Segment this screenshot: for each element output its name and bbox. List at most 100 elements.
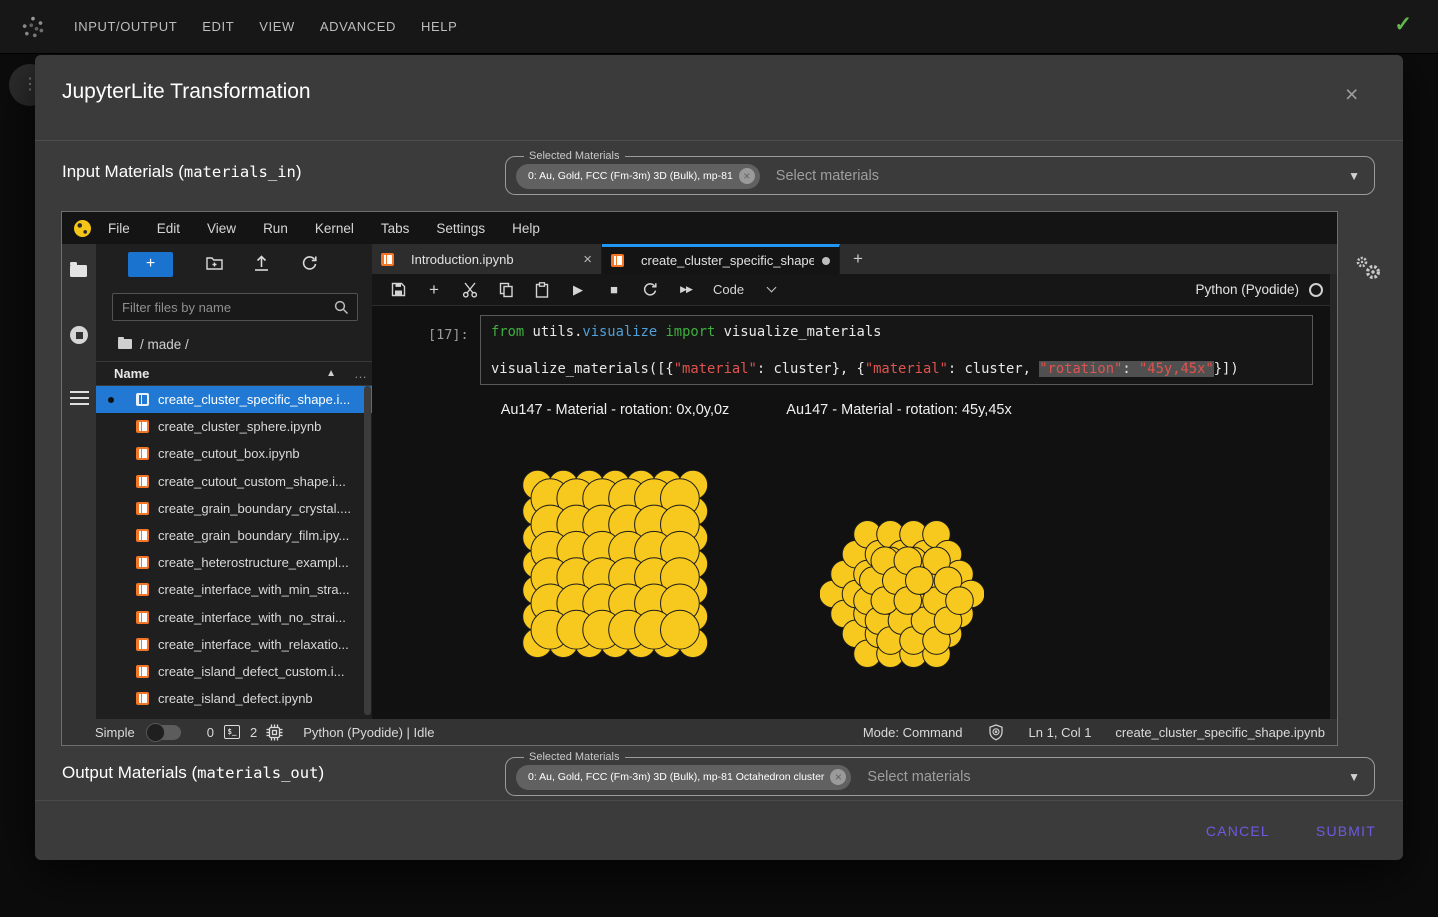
cpu-kernel-icon[interactable] [265, 723, 283, 741]
simple-mode-toggle[interactable] [147, 725, 181, 740]
jupyter-menu-tabs[interactable]: Tabs [381, 221, 410, 236]
restart-kernel-button[interactable] [641, 281, 659, 299]
tab-close-icon[interactable]: × [583, 251, 592, 268]
refresh-icon[interactable] [301, 255, 318, 277]
jupyter-menu-kernel[interactable]: Kernel [315, 221, 354, 236]
appbar-menu-view[interactable]: VIEW [259, 19, 295, 34]
file-browser-icon[interactable] [70, 260, 89, 279]
breadcrumb[interactable]: / made / [118, 334, 189, 354]
file-row[interactable]: create_island_defect.ipynb [96, 685, 372, 712]
cut-cells-button[interactable] [461, 281, 479, 299]
jupyter-menu-edit[interactable]: Edit [157, 221, 180, 236]
breadcrumb-path: / made / [140, 337, 189, 352]
code-token: "rotation" [1039, 361, 1122, 377]
file-row[interactable]: create_interface_with_min_stra... [96, 576, 372, 603]
chevron-down-icon[interactable]: ▼ [1348, 169, 1360, 183]
notebook-content: [17]: from utils.visualize import visual… [372, 307, 1330, 719]
code-cell-editor[interactable]: from utils.visualize import visualize_ma… [480, 315, 1313, 385]
save-button[interactable] [389, 281, 407, 299]
run-cell-button[interactable]: ▶ [569, 281, 587, 299]
appbar-menu-help[interactable]: HELP [421, 19, 457, 34]
notebook-file-icon [136, 447, 149, 460]
dialog-close-icon[interactable]: × [1345, 83, 1358, 106]
interrupt-kernel-button[interactable]: ■ [605, 281, 623, 299]
dialog-footer: CANCEL SUBMIT [35, 800, 1403, 860]
file-filter-input[interactable] [113, 300, 334, 315]
file-list: create_cluster_specific_shape.i...create… [96, 386, 372, 719]
cluster-visualization-45deg[interactable] [820, 519, 984, 669]
chevron-down-icon[interactable]: ▼ [1348, 770, 1360, 784]
status-check-icon: ✓ [1394, 12, 1412, 37]
file-row[interactable]: create_grain_boundary_film.ipy... [96, 522, 372, 549]
file-row[interactable]: create_cluster_sphere.ipynb [96, 413, 372, 440]
file-row[interactable]: create_interface_with_no_strai... [96, 604, 372, 631]
tab-active[interactable]: create_cluster_specific_shape.ipynb [602, 244, 840, 274]
code-token: : cluster, [948, 361, 1039, 377]
tab-label: create_cluster_specific_shape.ipynb [641, 253, 814, 268]
insert-cell-button[interactable]: + [425, 281, 443, 299]
command-mode-indicator[interactable]: Mode: Command [863, 725, 963, 740]
chip-remove-icon[interactable]: × [830, 769, 846, 785]
kernels-count[interactable]: 2 [250, 725, 257, 740]
notebook-file-icon [136, 475, 149, 488]
output-material-chip[interactable]: 0: Au, Gold, FCC (Fm-3m) 3D (Bulk), mp-8… [516, 765, 851, 790]
table-of-contents-icon[interactable] [70, 390, 89, 409]
chip-remove-icon[interactable]: × [739, 168, 755, 184]
file-row[interactable]: create_interface_with_relaxatio... [96, 631, 372, 658]
file-row[interactable]: create_heterostructure_exampl... [96, 549, 372, 576]
new-tab-button[interactable]: + [840, 244, 876, 274]
terminals-count[interactable]: 0 [207, 725, 214, 740]
terminal-icon[interactable]: $_ [224, 725, 240, 739]
restart-run-all-button[interactable]: ▶▶ [677, 281, 695, 299]
file-row[interactable]: create_grain_boundary_crystal.... [96, 495, 372, 522]
tab-inactive[interactable]: Introduction.ipynb× [372, 244, 602, 274]
notebook-file-icon [136, 529, 149, 542]
file-row[interactable]: create_cutout_box.ipynb [96, 440, 372, 467]
jupyter-menu-file[interactable]: File [108, 221, 130, 236]
cell-type-select[interactable]: Code [713, 282, 775, 297]
more-options-icon[interactable]: … [354, 366, 368, 381]
simple-mode-label: Simple [95, 725, 135, 740]
kernel-picker[interactable]: Python (Pyodide) [1195, 282, 1323, 297]
input-material-chip[interactable]: 0: Au, Gold, FCC (Fm-3m) 3D (Bulk), mp-8… [516, 164, 760, 189]
paste-cells-button[interactable] [533, 281, 551, 299]
appbar-menu-advanced[interactable]: ADVANCED [320, 19, 396, 34]
new-folder-icon[interactable] [206, 255, 223, 275]
trust-shield-icon[interactable] [987, 723, 1005, 741]
jupyter-menu-help[interactable]: Help [512, 221, 540, 236]
file-row[interactable]: create_cutout_custom_shape.i... [96, 468, 372, 495]
upload-icon[interactable] [254, 255, 269, 276]
jupyter-menu-view[interactable]: View [207, 221, 236, 236]
file-row[interactable]: create_cluster_specific_shape.i... [96, 386, 372, 413]
file-list-header[interactable]: Name ▲ … [96, 361, 372, 386]
output-materials-placeholder[interactable]: Select materials [867, 769, 1348, 785]
code-token: "material" [674, 361, 757, 377]
jupyter-menu-run[interactable]: Run [263, 221, 288, 236]
new-launcher-button[interactable]: + [128, 252, 173, 277]
appbar-menu-input-output[interactable]: INPUT/OUTPUT [74, 19, 177, 34]
jupyter-menu-settings[interactable]: Settings [436, 221, 485, 236]
input-materials-select[interactable]: Selected Materials 0: Au, Gold, FCC (Fm-… [505, 150, 1375, 195]
app-bar: INPUT/OUTPUT EDIT VIEW ADVANCED HELP ✓ [0, 0, 1438, 54]
notebook-scrollbar[interactable] [1330, 274, 1337, 719]
cluster-visualization-0deg[interactable] [522, 469, 708, 659]
app-logo-icon[interactable] [22, 16, 44, 38]
file-list-scrollbar[interactable] [364, 386, 371, 715]
output-materials-select[interactable]: Selected Materials 0: Au, Gold, FCC (Fm-… [505, 751, 1375, 796]
output-materials-label-prefix: Output Materials ( [62, 763, 197, 782]
file-name: create_cutout_box.ipynb [158, 446, 300, 461]
appbar-menu-edit[interactable]: EDIT [202, 19, 234, 34]
output-material-chip-label: 0: Au, Gold, FCC (Fm-3m) 3D (Bulk), mp-8… [528, 771, 824, 783]
kernel-status-text[interactable]: Python (Pyodide) | Idle [303, 725, 434, 740]
copy-cells-button[interactable] [497, 281, 515, 299]
settings-gears-icon[interactable] [1353, 255, 1387, 289]
code-token: "material" [865, 361, 948, 377]
running-kernels-icon[interactable] [70, 326, 89, 345]
file-row[interactable]: create_island_defect_custom.i... [96, 658, 372, 685]
input-materials-placeholder[interactable]: Select materials [776, 168, 1348, 184]
cursor-position[interactable]: Ln 1, Col 1 [1029, 725, 1092, 740]
notebook-toolbar: + ▶ ■ ▶▶ [372, 274, 1337, 306]
submit-button[interactable]: SUBMIT [1316, 823, 1376, 839]
cancel-button[interactable]: CANCEL [1206, 823, 1270, 839]
code-token: : [1122, 361, 1139, 377]
